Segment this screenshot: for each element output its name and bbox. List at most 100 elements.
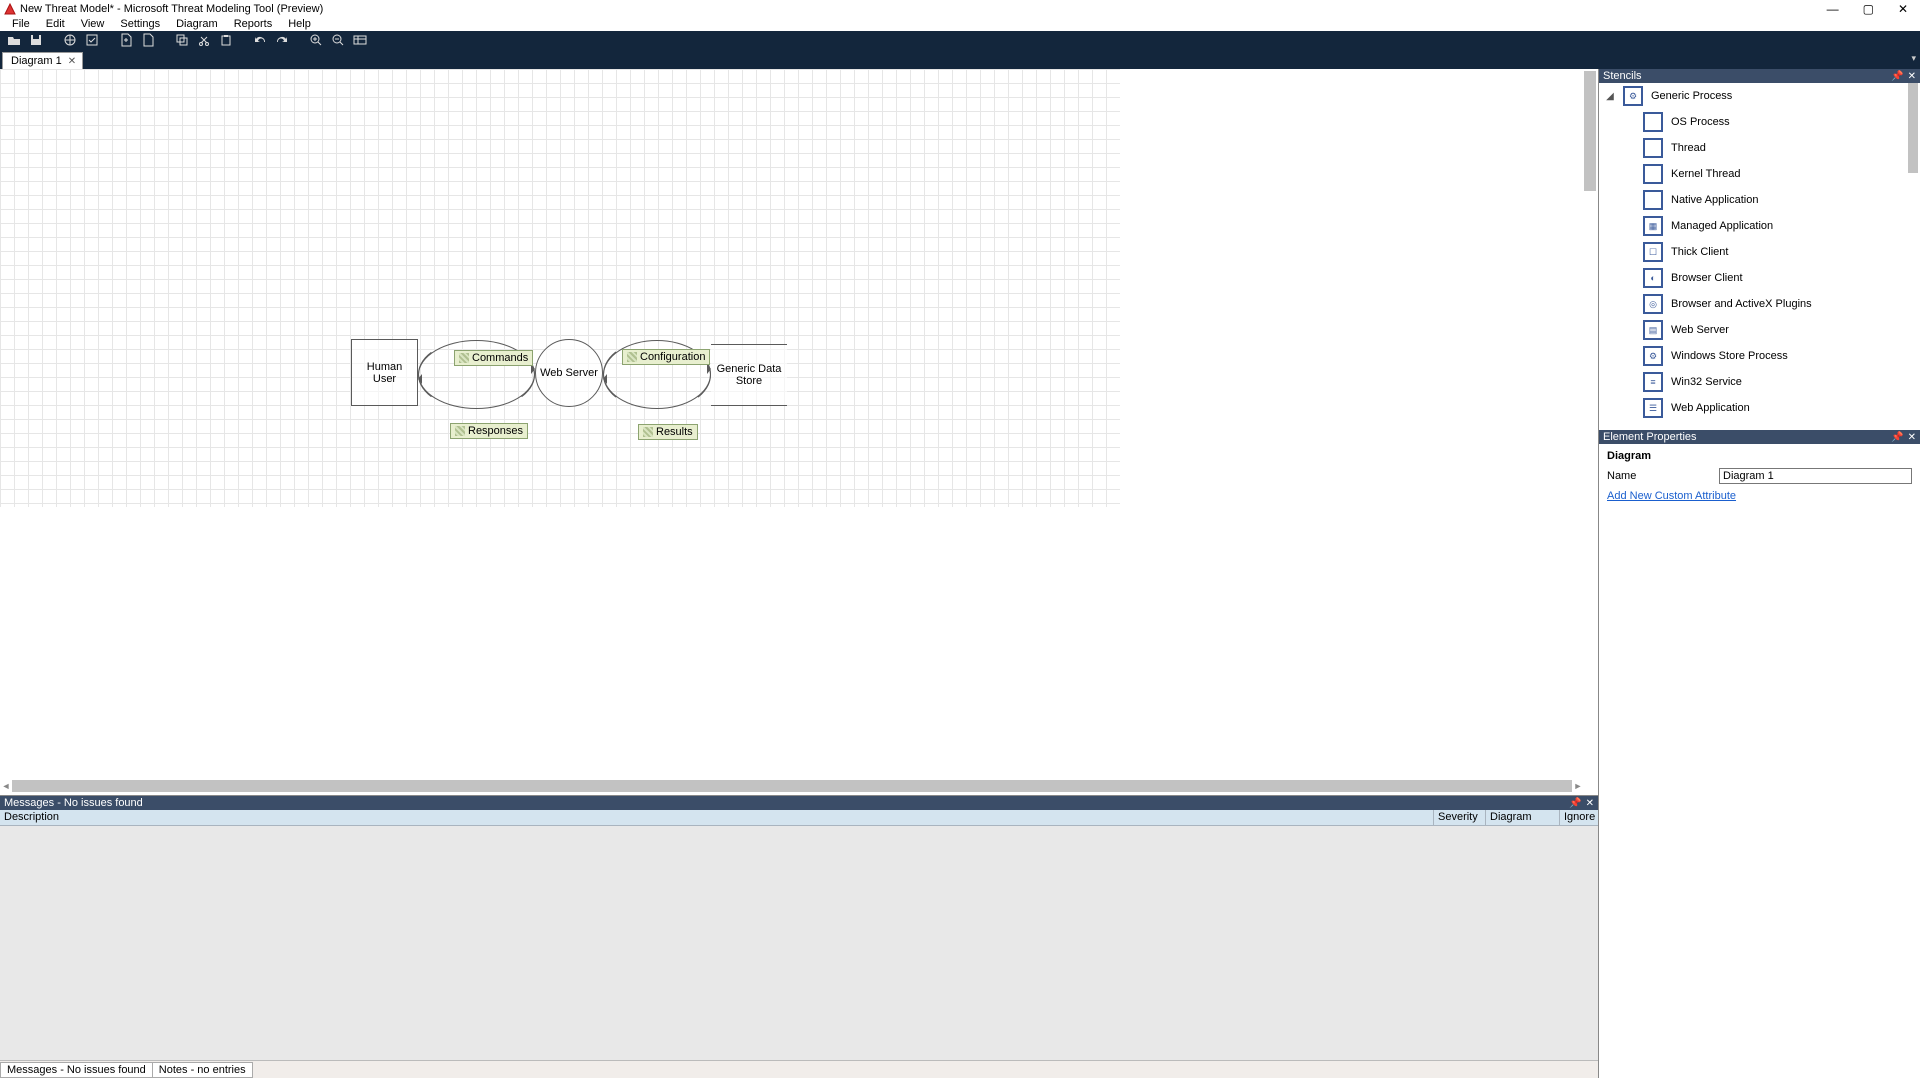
flow-configuration[interactable]: Configuration [622, 349, 710, 365]
process-icon: ▦ [1643, 216, 1663, 236]
element-type-label: Diagram [1607, 450, 1912, 462]
stencil-label: Browser and ActiveX Plugins [1671, 298, 1812, 310]
stencil-kernel-thread[interactable]: Kernel Thread [1599, 161, 1920, 187]
process-icon: ◎ [1643, 294, 1663, 314]
flow-label-text: Configuration [640, 351, 705, 363]
process-icon: ≡ [1643, 372, 1663, 392]
col-severity[interactable]: Severity [1434, 810, 1486, 825]
col-ignore[interactable]: Ignore [1560, 810, 1598, 825]
col-diagram[interactable]: Diagram [1486, 810, 1560, 825]
flow-icon [459, 353, 469, 363]
minimize-button[interactable]: — [1827, 2, 1839, 16]
col-description[interactable]: Description [0, 810, 1434, 825]
diagram-tab[interactable]: Diagram 1 ✕ [2, 52, 83, 69]
redo-icon[interactable] [274, 32, 290, 48]
element-properties-title: Element Properties [1603, 431, 1697, 443]
menu-view[interactable]: View [73, 18, 113, 30]
process-icon: ☐ [1643, 242, 1663, 262]
stencil-label: Win32 Service [1671, 376, 1742, 388]
flow-responses[interactable]: Responses [450, 423, 528, 439]
stencil-web-server[interactable]: ▤ Web Server [1599, 317, 1920, 343]
diagram-tab-label: Diagram 1 [11, 55, 62, 67]
status-messages-tab[interactable]: Messages - No issues found [0, 1062, 153, 1078]
node-human-user[interactable]: Human User [351, 339, 418, 406]
zoom-out-icon[interactable] [330, 32, 346, 48]
scroll-right-icon[interactable]: ► [1572, 781, 1584, 791]
menu-help[interactable]: Help [280, 18, 319, 30]
diagram-canvas[interactable]: Human User Web Server Generic Data Store [0, 69, 1598, 795]
scroll-left-icon[interactable]: ◄ [0, 781, 12, 791]
status-notes-tab[interactable]: Notes - no entries [153, 1062, 253, 1078]
stencil-thick-client[interactable]: ☐ Thick Client [1599, 239, 1920, 265]
stencil-native-application[interactable]: Native Application [1599, 187, 1920, 213]
stencil-scrollbar[interactable] [1906, 83, 1920, 430]
stencil-web-application[interactable]: ☰ Web Application [1599, 395, 1920, 421]
stencil-generic-process[interactable]: ◢ ⚙ Generic Process [1599, 83, 1920, 109]
node-label: Human User [354, 361, 415, 385]
stencil-windows-store-process[interactable]: ⚙ Windows Store Process [1599, 343, 1920, 369]
name-input[interactable] [1719, 468, 1912, 484]
stencil-os-process[interactable]: OS Process [1599, 109, 1920, 135]
canvas-vertical-scrollbar[interactable] [1584, 71, 1598, 777]
element-properties-panel: Element Properties 📌 ✕ Diagram Name Add … [1599, 430, 1920, 1078]
tabstrip: Diagram 1 ✕ ▾ [0, 49, 1920, 69]
paste-icon[interactable] [218, 32, 234, 48]
canvas-horizontal-scrollbar[interactable]: ◄ ► [0, 779, 1584, 793]
pin-icon[interactable]: 📌 [1569, 798, 1581, 809]
threat-list-icon[interactable] [352, 32, 368, 48]
new-page-icon[interactable] [118, 32, 134, 48]
stencil-browser-client[interactable]: ◐ Browser Client [1599, 265, 1920, 291]
tree-collapse-icon[interactable]: ◢ [1605, 91, 1615, 102]
add-custom-attribute-link[interactable]: Add New Custom Attribute [1607, 490, 1912, 502]
tab-overflow-icon[interactable]: ▾ [1911, 53, 1916, 64]
window-controls: — ▢ ✕ [1827, 2, 1916, 16]
stencil-win32-service[interactable]: ≡ Win32 Service [1599, 369, 1920, 395]
stencil-label: Thread [1671, 142, 1706, 154]
page-icon[interactable] [140, 32, 156, 48]
close-icon[interactable]: ✕ [1908, 71, 1916, 82]
messages-header[interactable]: Messages - No issues found 📌 ✕ [0, 796, 1598, 810]
verify-icon[interactable] [84, 32, 100, 48]
flow-icon [643, 427, 653, 437]
save-icon[interactable] [28, 32, 44, 48]
stencils-title: Stencils [1603, 70, 1642, 82]
copy-icon[interactable] [174, 32, 190, 48]
stencil-list: ◢ ⚙ Generic Process OS Process Thread Ke… [1599, 83, 1920, 430]
menu-diagram[interactable]: Diagram [168, 18, 226, 30]
close-icon[interactable]: ✕ [1908, 432, 1916, 443]
messages-columns: Description Severity Diagram Ignore [0, 810, 1598, 826]
process-icon: ☰ [1643, 398, 1663, 418]
pin-icon[interactable]: 📌 [1891, 432, 1903, 443]
zoom-in-icon[interactable] [308, 32, 324, 48]
window-title: New Threat Model* - Microsoft Threat Mod… [20, 3, 323, 15]
process-icon [1643, 112, 1663, 132]
close-tab-icon[interactable]: ✕ [68, 56, 76, 67]
pin-icon[interactable]: 📌 [1891, 71, 1903, 82]
undo-icon[interactable] [252, 32, 268, 48]
stencil-thread[interactable]: Thread [1599, 135, 1920, 161]
node-data-store[interactable]: Generic Data Store [711, 344, 787, 406]
process-icon [1643, 138, 1663, 158]
process-icon [1643, 164, 1663, 184]
stencils-header[interactable]: Stencils 📌 ✕ [1599, 69, 1920, 83]
menu-settings[interactable]: Settings [112, 18, 168, 30]
menu-edit[interactable]: Edit [38, 18, 73, 30]
maximize-button[interactable]: ▢ [1863, 2, 1874, 16]
stencil-label: OS Process [1671, 116, 1730, 128]
flow-icon [455, 426, 465, 436]
cut-icon[interactable] [196, 32, 212, 48]
flow-results[interactable]: Results [638, 424, 698, 440]
element-properties-header[interactable]: Element Properties 📌 ✕ [1599, 430, 1920, 444]
menu-file[interactable]: File [4, 18, 38, 30]
stencil-managed-application[interactable]: ▦ Managed Application [1599, 213, 1920, 239]
arrowhead-icon [418, 374, 422, 384]
stencil-browser-activex[interactable]: ◎ Browser and ActiveX Plugins [1599, 291, 1920, 317]
menu-reports[interactable]: Reports [226, 18, 281, 30]
globe-icon[interactable] [62, 32, 78, 48]
node-web-server[interactable]: Web Server [535, 339, 603, 407]
messages-panel: Messages - No issues found 📌 ✕ Descripti… [0, 795, 1598, 1060]
open-icon[interactable] [6, 32, 22, 48]
flow-commands[interactable]: Commands [454, 350, 533, 366]
close-icon[interactable]: ✕ [1586, 798, 1594, 809]
close-button[interactable]: ✕ [1898, 2, 1908, 16]
